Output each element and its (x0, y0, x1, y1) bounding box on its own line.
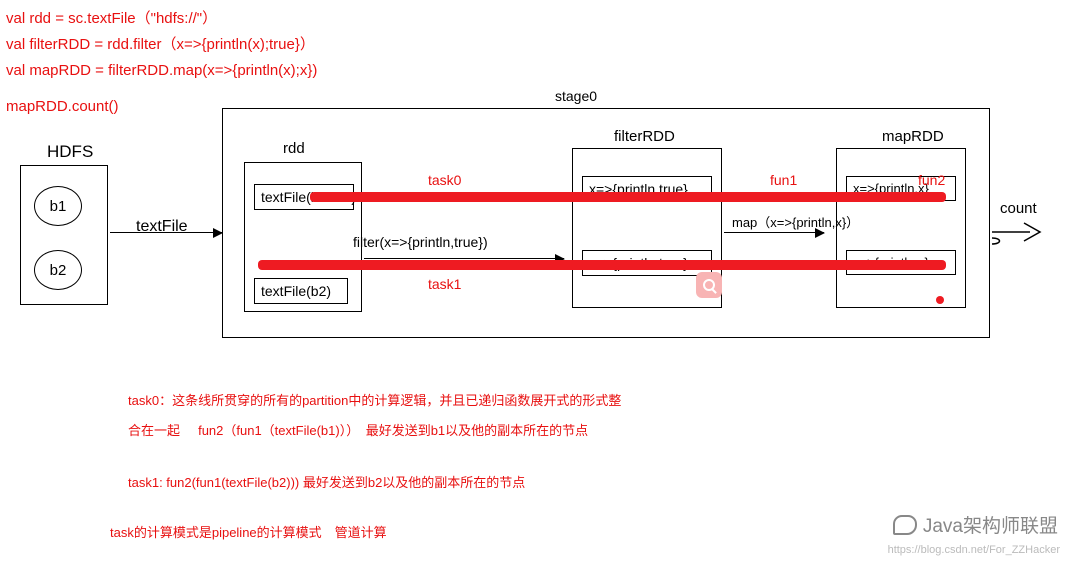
wechat-icon (893, 515, 917, 535)
watermark: Java架构师联盟 (893, 511, 1058, 538)
maprdd-box (836, 148, 966, 308)
arrow-hdfs-to-stage (110, 232, 222, 233)
arrow-filter-to-map (724, 232, 824, 233)
rdd-part-1: textFile(b2) (254, 278, 348, 304)
code-block: val rdd = sc.textFile（"hdfs://"） val fil… (6, 6, 317, 120)
hdfs-block-b2: b2 (34, 250, 82, 290)
anno-task0: task0 (428, 172, 461, 188)
code-line-1: val rdd = sc.textFile（"hdfs://"） (6, 6, 317, 32)
anno-fun1: fun1 (770, 172, 797, 188)
notes-block: task0：这条线所贯穿的所有的partition中的计算逻辑，并且已递归函数展… (128, 388, 621, 550)
arrow-rdd-to-filter (364, 258, 564, 259)
code-line-2: val filterRDD = rdd.filter（x=>{println(x… (6, 32, 317, 58)
filter-op-label: filter(x=>{println,true}) (353, 234, 488, 250)
watermark-text: Java架构师联盟 (923, 511, 1058, 538)
textfile-op-label: textFile (136, 218, 188, 236)
note-task0-line2a: 合在一起 (128, 423, 180, 438)
note-pipeline: task的计算模式是pipeline的计算模式 管道计算 (110, 525, 387, 540)
maprdd-title: mapRDD (882, 128, 944, 145)
note-task1: task1: fun2(fun1(textFile(b2))) 最好发送到b2以… (128, 475, 525, 490)
hdfs-block-b1: b1 (34, 186, 82, 226)
anno-fun2: fun2 (918, 172, 945, 188)
code-line-3: val mapRDD = filterRDD.map(x=>{println(x… (6, 58, 317, 84)
task0-bar (310, 192, 946, 202)
task1-bar (258, 260, 946, 270)
red-dot (936, 296, 944, 304)
note-task0-line2b: fun2（fun1（textFile(b1)）） 最好发送到b1以及他的副本所在… (198, 423, 588, 438)
note-task0-line1: task0：这条线所贯穿的所有的partition中的计算逻辑，并且已递归函数展… (128, 393, 621, 408)
hdfs-title: HDFS (47, 142, 93, 162)
rdd-title: rdd (283, 140, 305, 157)
stage-label: stage0 (555, 88, 597, 104)
count-op-label: count (1000, 200, 1037, 217)
filterrdd-title: filterRDD (614, 128, 675, 145)
watermark-url: https://blog.csdn.net/For_ZZHacker (888, 544, 1060, 556)
anno-task1: task1 (428, 276, 461, 292)
count-arrow-icon (992, 220, 1052, 253)
search-icon (696, 272, 722, 298)
